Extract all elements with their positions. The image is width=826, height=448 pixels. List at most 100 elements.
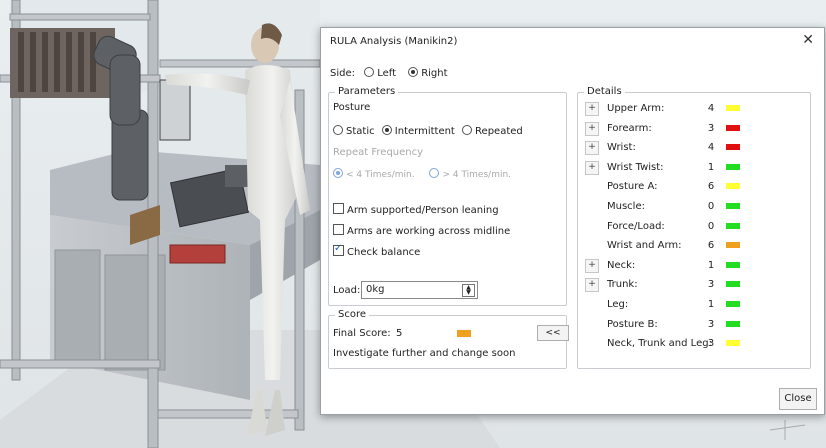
expand-plus-icon[interactable]: + [585,259,599,273]
close-button[interactable]: Close [779,388,817,410]
rula-analysis-dialog: RULA Analysis (Manikin2) ✕ Side: Left Ri… [320,27,825,415]
check-balance-label: Check balance [347,247,421,258]
freq-high-radio[interactable]: > 4 Times/min. [429,168,512,180]
radio-icon [462,125,473,135]
detail-color-swatch [726,203,740,209]
expand-plus-icon[interactable]: + [585,278,599,292]
checkbox-icon [333,224,344,235]
arm-supported-label: Arm supported/Person leaning [347,205,499,216]
detail-value: 3 [707,279,715,290]
detail-color-swatch [726,262,740,268]
arms-midline-checkbox[interactable]: Arms are working across midline [333,224,510,237]
detail-value: 3 [707,338,715,349]
radio-selected-icon [381,125,392,135]
freq-low-label: < 4 Times/min. [346,170,415,180]
posture-static-label: Static [346,126,375,137]
detail-label: Wrist and Arm: [607,240,682,251]
detail-label: Forearm: [607,123,652,134]
side-right-radio[interactable]: Right [408,67,448,79]
score-label: Score [335,309,370,320]
freq-low-radio[interactable]: < 4 Times/min. [333,168,415,180]
detail-value: 1 [707,162,715,173]
detail-value: 1 [707,299,715,310]
score-group: Score Final Score: 5 << Investigate furt… [328,309,569,369]
parameters-group: Parameters Posture Static Intermittent R… [328,86,567,306]
detail-label: Posture B: [607,319,658,330]
detail-value: 4 [707,103,715,114]
details-group: Details + Upper Arm: 4 + Forearm: 3 + Wrist: 4 + W… [577,86,811,369]
detail-color-swatch [726,164,740,170]
posture-static-radio[interactable]: Static [333,125,375,137]
radio-icon [364,67,375,77]
side-left-label: Left [377,68,397,79]
detail-value: 0 [707,221,715,232]
detail-label: Force/Load: [607,221,665,232]
posture-intermittent-radio[interactable]: Intermittent [381,125,455,137]
side-label: Side: [330,68,355,79]
load-value: 0kg [366,284,385,295]
detail-color-swatch [726,105,740,111]
collapse-details-button[interactable]: << [537,325,569,341]
detail-value: 0 [707,201,715,212]
radio-icon [333,125,343,135]
radio-icon [429,168,440,178]
posture-options: Static Intermittent Repeated [333,125,523,137]
posture-repeated-label: Repeated [475,126,523,137]
title-bar: RULA Analysis (Manikin2) ✕ [321,28,824,56]
expand-plus-icon[interactable]: + [585,141,599,155]
detail-value: 4 [707,142,715,153]
detail-label: Neck: [607,260,636,271]
posture-label: Posture [333,102,371,113]
side-left-radio[interactable]: Left [364,67,397,79]
detail-value: 1 [707,260,715,271]
detail-label: Trunk: [607,279,638,290]
detail-color-swatch [726,125,740,131]
detail-label: Muscle: [607,201,645,212]
posture-repeated-radio[interactable]: Repeated [462,125,523,137]
parameters-label: Parameters [335,86,399,97]
arms-midline-label: Arms are working across midline [347,226,511,237]
repeat-frequency-options: < 4 Times/min. > 4 Times/min. [333,168,511,180]
detail-value: 3 [707,319,715,330]
load-input[interactable]: 0kg ▲ ▼ [361,281,478,299]
dialog-title: RULA Analysis (Manikin2) [330,36,458,47]
detail-color-swatch [726,321,740,327]
close-icon[interactable]: ✕ [802,32,814,48]
detail-value: 6 [707,240,715,251]
final-score-label: Final Score: [333,328,391,339]
repeat-frequency-label: Repeat Frequency [333,147,424,158]
score-message: Investigate further and change soon [333,348,516,359]
radio-selected-icon [333,168,343,178]
detail-color-swatch [726,183,740,189]
expand-plus-icon[interactable]: + [585,161,599,175]
detail-label: Wrist: [607,142,636,153]
radio-selected-icon [408,67,419,77]
detail-color-swatch [726,340,740,346]
detail-label: Posture A: [607,181,658,192]
detail-label: Wrist Twist: [607,162,664,173]
detail-color-swatch [726,242,740,248]
detail-value: 3 [707,123,715,134]
detail-label: Upper Arm: [607,103,665,114]
checkbox-checked-icon [333,243,344,256]
check-balance-checkbox[interactable]: Check balance [333,243,421,258]
freq-high-label: > 4 Times/min. [442,170,512,180]
load-label: Load: [333,285,361,296]
side-row: Side: Left Right [330,67,448,79]
detail-color-swatch [726,223,740,229]
detail-color-swatch [726,281,740,287]
spinner-arrows-icon[interactable]: ▲ ▼ [462,284,475,297]
detail-value: 6 [707,181,715,192]
detail-color-swatch [726,301,740,307]
detail-color-swatch [726,144,740,150]
expand-plus-icon[interactable]: + [585,122,599,136]
expand-plus-icon[interactable]: + [585,102,599,116]
detail-label: Neck, Trunk and Leg: [607,338,712,349]
details-label: Details [584,86,625,97]
checkbox-icon [333,203,344,214]
final-score-value: 5 [396,328,403,339]
arm-supported-checkbox[interactable]: Arm supported/Person leaning [333,203,499,216]
detail-label: Leg: [607,299,629,310]
posture-intermittent-label: Intermittent [394,126,455,137]
side-right-label: Right [421,68,448,79]
